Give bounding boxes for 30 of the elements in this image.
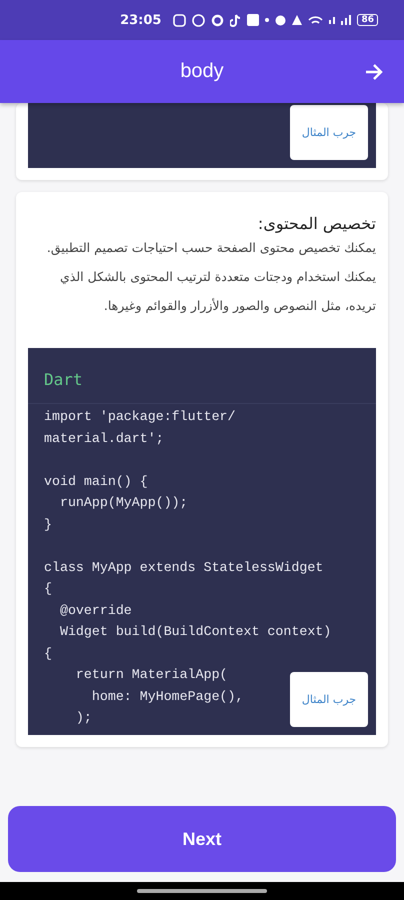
section-text: يمكنك تخصيص محتوى الصفحة حسب احتياجات تصميم التطبيق. يمكنك استخدام ودجتات متعددة لترتيب المحتوى بالشكل الذي تريده، مثل النصوص والصور والأزرار والقوائم وغيرها. <box>46 239 376 315</box>
code-line: home: MyHomePage(), <box>90 688 244 706</box>
next-button[interactable]: Next <box>8 806 396 872</box>
code-line: Widget build(BuildContext context) <box>58 623 332 641</box>
battery-level: 86 <box>357 14 378 26</box>
code-line: import 'package:flutter/ <box>44 408 236 426</box>
dot-icon <box>265 18 270 22</box>
status-time: 23:05 <box>120 12 162 28</box>
code-line: } <box>44 516 52 534</box>
code-line: material.dart'; <box>44 430 164 448</box>
code-line: ); <box>74 709 92 727</box>
wifi-icon <box>308 16 324 24</box>
ring-icon <box>211 14 224 26</box>
square-app-icon <box>247 14 260 26</box>
try-example-button[interactable]: جرب المثال <box>290 672 368 726</box>
code-line: void main() { <box>44 472 148 490</box>
code-line: return MaterialApp( <box>74 666 228 684</box>
signal-icon <box>341 15 352 25</box>
code-line: @override <box>58 602 132 620</box>
code-line: runApp(MyApp()); <box>58 494 188 512</box>
signal-icon <box>329 16 336 24</box>
try-example-button[interactable]: جرب المثال <box>290 105 368 160</box>
code-language: Dart <box>28 348 376 404</box>
section-heading: تخصيص المحتوى: <box>256 213 376 233</box>
arrow-right-icon[interactable] <box>364 62 384 82</box>
code-line: class MyApp extends StatelessWidget <box>44 558 324 576</box>
app-bar-title: body <box>180 60 224 83</box>
music-note-icon <box>230 14 242 26</box>
code-line: { <box>44 580 52 598</box>
code-line: { <box>44 644 52 662</box>
